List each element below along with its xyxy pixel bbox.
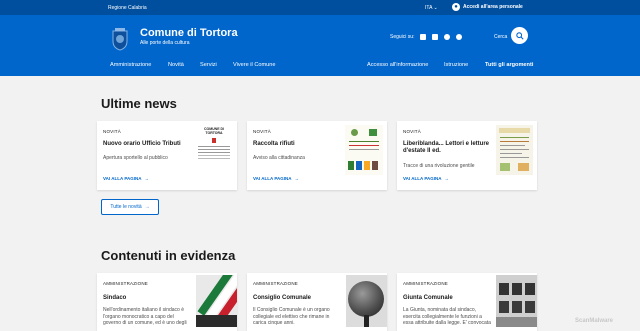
social-links: Seguici su: [390,34,463,40]
card-thumbnail: COMUNE DI TORTORA [195,125,233,175]
card-read-more-link[interactable]: VAI ALLA PAGINA → [403,176,449,181]
nav-item-accesso-informazione[interactable]: Accesso all'informazione [367,62,428,68]
login-button[interactable]: ● Accedi all'area personale [452,3,523,11]
whatsapp-icon[interactable] [456,34,463,40]
card-kicker: AMMINISTRAZIONE [253,281,299,286]
card-title[interactable]: Sindaco [103,295,193,302]
thumb-caption: COMUNE DI TORTORA [203,127,225,135]
featured-heading: Contenuti in evidenza [101,248,236,263]
arrow-right-icon: → [144,176,150,181]
card-kicker: AMMINISTRAZIONE [403,281,449,286]
card-title[interactable]: Liberiblanda... Lettori e letture d'esta… [403,141,495,155]
top-bar: Regione Calabria ITA ⌄ ● Accedi all'area… [0,0,640,15]
chevron-down-icon: ⌄ [433,5,438,11]
news-card[interactable]: NOVITÀ Raccolta rifiuti Avviso alla citt… [247,121,387,190]
featured-card[interactable]: AMMINISTRAZIONE Giunta Comunale La Giunt… [397,273,537,331]
card-description: Avviso alla cittadinanza [253,155,305,161]
nav-item-vivere-il-comune[interactable]: Vivere il Comune [233,62,276,68]
read-more-label: VAI ALLA PAGINA [103,176,142,181]
site-header: Comune di Tortora Alle porte della cultu… [0,15,640,76]
language-selector[interactable]: ITA ⌄ [425,5,438,11]
facebook-icon[interactable] [420,34,427,40]
card-description: Apertura sportello al pubblico [103,155,168,161]
read-more-label: VAI ALLA PAGINA [403,176,442,181]
news-card[interactable]: NOVITÀ Liberiblanda... Lettori e letture… [397,121,537,190]
nav-item-novita[interactable]: Novità [168,62,184,68]
card-kicker: NOVITÀ [253,129,271,134]
card-title[interactable]: Consiglio Comunale [253,295,343,302]
user-icon: ● [452,3,460,11]
read-more-label: VAI ALLA PAGINA [253,176,292,181]
news-card[interactable]: NOVITÀ Nuovo orario Ufficio Tributi Aper… [97,121,237,190]
card-description: Il Consiglio Comunale è un organo colleg… [253,307,330,326]
site-title[interactable]: Comune di Tortora [140,27,238,39]
featured-card[interactable]: AMMINISTRAZIONE Sindaco Nell'ordinamento… [97,273,237,331]
card-thumbnail [196,275,237,327]
card-thumbnail [346,275,387,327]
arrow-right-icon: → [444,176,450,181]
telegram-icon[interactable] [444,34,451,40]
watermark: ScanMalware [575,318,614,324]
card-thumbnail [496,125,533,175]
region-link[interactable]: Regione Calabria [108,5,147,11]
card-title[interactable]: Giunta Comunale [403,295,493,302]
card-kicker: NOVITÀ [403,129,421,134]
all-news-button[interactable]: Tutte le novità → [101,199,159,215]
nav-item-servizi[interactable]: Servizi [200,62,217,68]
login-label: Accedi all'area personale [463,4,523,10]
card-title[interactable]: Raccolta rifiuti [253,141,343,148]
all-news-label: Tutte le novità [110,204,142,210]
card-description: Nell'ordinamento italiano il sindaco è l… [103,307,187,326]
card-kicker: NOVITÀ [103,129,121,134]
arrow-right-icon: → [144,204,150,210]
nav-item-istruzione[interactable]: Istruzione [444,62,468,68]
card-read-more-link[interactable]: VAI ALLA PAGINA → [253,176,299,181]
card-kicker: AMMINISTRAZIONE [103,281,149,286]
card-read-more-link[interactable]: VAI ALLA PAGINA → [103,176,149,181]
search-button[interactable] [511,27,528,44]
search-icon [515,31,524,40]
card-thumbnail [345,125,383,175]
card-description: Tracce di una rivoluzione gentile [403,163,475,169]
search-label: Cerca [494,34,508,40]
nav-item-amministrazione[interactable]: Amministrazione [110,62,151,68]
featured-card[interactable]: AMMINISTRAZIONE Consiglio Comunale Il Co… [247,273,387,331]
nav-item-tutti-gli-argomenti[interactable]: Tutti gli argomenti [485,62,533,68]
card-description: La Giunta, nominata dal sindaco, esercit… [403,307,491,326]
news-heading: Ultime news [101,96,177,111]
arrow-right-icon: → [294,176,300,181]
instagram-icon[interactable] [432,34,439,40]
comune-crest-icon[interactable] [110,27,130,51]
social-label: Seguici su: [390,34,415,40]
card-thumbnail [496,275,537,327]
site-subtitle: Alle porte della cultura [140,40,190,46]
card-title[interactable]: Nuovo orario Ufficio Tributi [103,141,193,148]
